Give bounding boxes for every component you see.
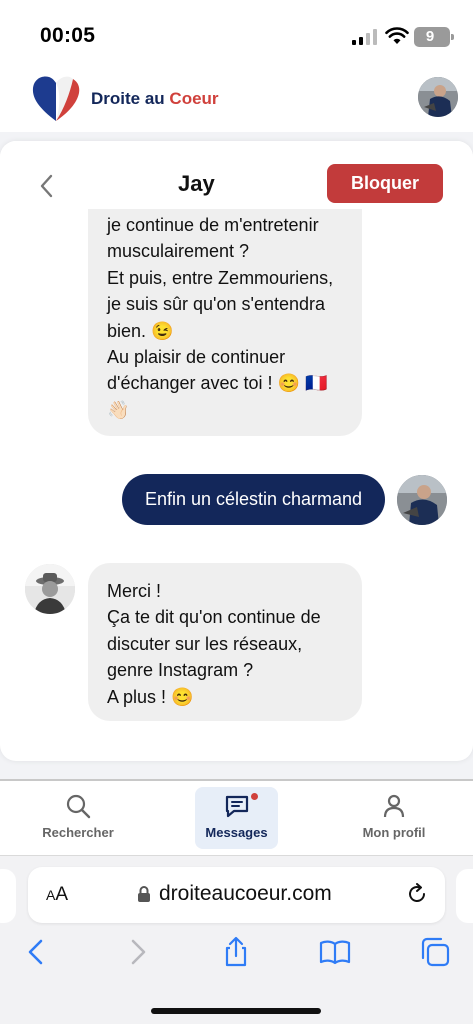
status-time: 00:05: [40, 24, 96, 47]
contact-photo-icon: [25, 564, 75, 614]
back-chevron-icon[interactable]: [34, 171, 60, 201]
message-bubble-outgoing: Enfin un célestin charmand: [122, 474, 385, 525]
brand-name[interactable]: Droite au Coeur: [91, 89, 219, 109]
cellular-signal-icon: [352, 29, 377, 45]
home-indicator: [151, 1008, 321, 1014]
message-line: d'échanger avec toi ! 😊 🇫🇷: [107, 373, 328, 394]
user-icon: [383, 794, 405, 818]
wifi-icon: [385, 27, 409, 44]
url-text: droiteaucoeur.com: [159, 882, 332, 905]
message-icon: [225, 795, 248, 818]
next-tab-edge[interactable]: [456, 869, 473, 923]
sender-avatar[interactable]: [397, 475, 447, 525]
browser-toolbar: AA droiteaucoeur.com: [0, 855, 473, 1024]
share-icon[interactable]: [220, 936, 252, 968]
app-header: Droite au Coeur: [0, 64, 473, 132]
message-bubble-incoming: je continue de m'entretenir musculaireme…: [88, 181, 362, 436]
brand-name-part2: Coeur: [169, 89, 219, 108]
message-line: 👋🏻: [107, 399, 130, 420]
nav-item-messages[interactable]: Messages: [195, 787, 278, 849]
message-line: je suis sûr qu'on s'entendra: [107, 294, 326, 315]
message-line: Ça te dit qu'on continue de: [107, 607, 321, 628]
nav-item-search[interactable]: Rechercher: [28, 787, 128, 849]
notification-dot: [251, 793, 258, 800]
nav-label: Mon profil: [362, 825, 426, 840]
tabs-icon[interactable]: [419, 936, 451, 968]
nav-label: Messages: [205, 825, 268, 840]
brand-name-part1: Droite au: [91, 89, 165, 108]
message-line: genre Instagram ?: [107, 660, 254, 681]
chat-header: Jay Bloquer: [0, 141, 473, 209]
bottom-nav: Rechercher Messages Mon profil: [0, 781, 473, 855]
message-line: Enfin un célestin charmand: [144, 489, 363, 509]
nav-item-profile[interactable]: Mon profil: [352, 787, 436, 849]
reader-aa-button[interactable]: AA: [46, 884, 68, 906]
message-line: discuter sur les réseaux,: [107, 633, 303, 654]
user-photo-icon: [397, 475, 447, 525]
address-bar[interactable]: AA droiteaucoeur.com: [28, 867, 445, 923]
browser-back-icon[interactable]: [20, 936, 52, 968]
message-line: Au plaisir de continuer: [107, 347, 286, 368]
lock-icon: [138, 886, 150, 902]
search-icon: [66, 794, 91, 819]
heart-flag-logo-icon[interactable]: [30, 73, 82, 123]
browser-forward-icon[interactable]: [122, 936, 154, 968]
contact-name: Jay: [178, 171, 215, 196]
nav-label: Rechercher: [42, 825, 114, 840]
reload-icon[interactable]: [406, 883, 428, 905]
message-line: A plus ! 😊: [107, 686, 194, 707]
battery-level: 9: [425, 28, 435, 45]
message-line: Et puis, entre Zemmouriens,: [107, 267, 334, 288]
message-line: bien. 😉: [107, 320, 174, 341]
message-bubble-incoming: Merci ! Ça te dit qu'on continue de disc…: [88, 563, 362, 721]
chat-panel: Jay Bloquer je continue de m'entretenir …: [0, 141, 473, 761]
contact-avatar[interactable]: [25, 564, 75, 614]
user-avatar[interactable]: [418, 77, 458, 117]
user-photo-icon: [418, 77, 458, 117]
message-line: musculairement ?: [107, 241, 250, 262]
status-bar: 00:05 9: [0, 0, 473, 64]
message-line: Merci !: [107, 581, 161, 601]
bookmarks-icon[interactable]: [319, 936, 351, 968]
battery-icon: 9: [414, 27, 454, 47]
block-button[interactable]: Bloquer: [327, 164, 443, 203]
message-line: je continue de m'entretenir: [107, 215, 319, 235]
previous-tab-edge[interactable]: [0, 869, 16, 923]
